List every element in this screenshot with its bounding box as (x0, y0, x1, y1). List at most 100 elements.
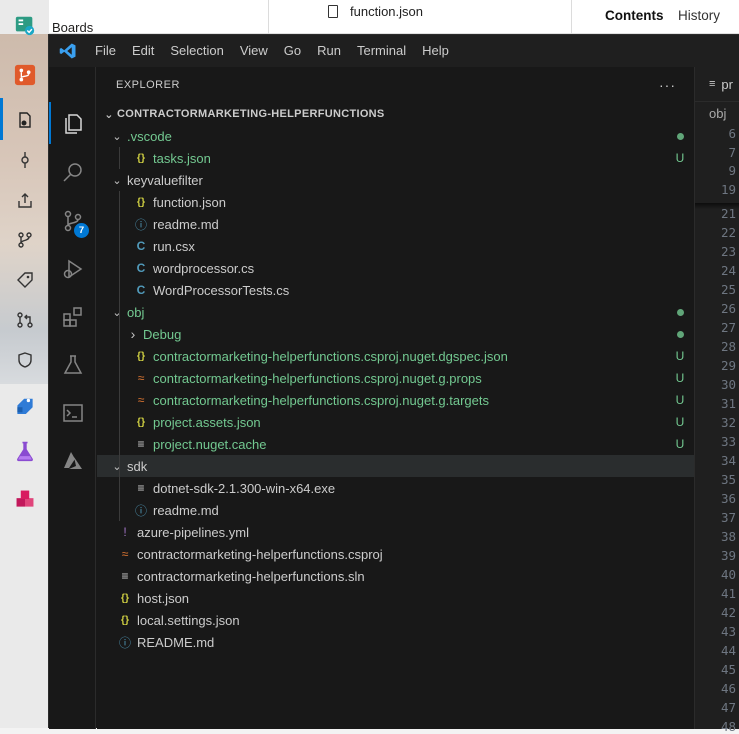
tree-item-label: host.json (137, 590, 190, 606)
line-number: 23 (720, 244, 736, 259)
pipelines-icon[interactable] (14, 392, 36, 414)
terminal-view-button[interactable] (49, 391, 96, 435)
file-row[interactable]: {} tasks.json U (97, 147, 694, 169)
file-row[interactable]: ⓘ README.md (97, 631, 694, 653)
menu-view[interactable]: View (232, 35, 276, 67)
line-number: 36 (720, 491, 736, 506)
testing-view-button[interactable] (49, 343, 96, 387)
chevron-down-icon: ⌄ (112, 130, 122, 143)
editor-tab[interactable]: ≡ pr (695, 67, 739, 102)
modified-dot-icon (676, 133, 684, 140)
menu-edit[interactable]: Edit (124, 35, 162, 67)
extensions-icon (62, 307, 82, 327)
file-row[interactable]: Crun.csx (97, 235, 694, 257)
indent-guide (119, 477, 120, 521)
file-row[interactable]: ≈ contractormarketing-helperfunctions.csp… (97, 389, 694, 411)
test-plans-icon[interactable] (14, 440, 36, 462)
file-row[interactable]: ≈ contractormarketing-helperfunctions.csp… (97, 367, 694, 389)
file-row[interactable]: C WordProcessorTests.cs (97, 279, 694, 301)
menu-run[interactable]: Run (309, 35, 349, 67)
flask-icon (63, 355, 82, 374)
menu-go[interactable]: Go (276, 35, 309, 67)
file-row[interactable]: ≡ project.nuget.cache U (97, 433, 694, 455)
artifacts-icon[interactable] (14, 488, 36, 510)
boards-label[interactable]: Boards (52, 20, 93, 35)
file-tab-label: function.json (350, 4, 423, 19)
commits-icon[interactable] (14, 149, 36, 171)
run-debug-view-button[interactable] (49, 247, 96, 291)
file-row[interactable]: Cwordprocessor.cs (97, 257, 694, 279)
file-row[interactable]: {} contractormarketing-helperfunctions.cs… (97, 345, 694, 367)
menu-terminal[interactable]: Terminal (349, 35, 414, 67)
contents-tab[interactable]: Contents (605, 8, 664, 23)
source-control-view-button[interactable]: 7 (49, 199, 96, 243)
extensions-view-button[interactable] (49, 295, 96, 339)
repos-icon[interactable] (14, 64, 36, 86)
line-number: 27 (720, 320, 736, 335)
file-row[interactable]: {} function.json (97, 191, 694, 213)
line-number: 48 (720, 719, 736, 734)
pull-requests-icon[interactable] (14, 309, 36, 331)
title-bar: File Edit Selection View Go Run Terminal… (49, 35, 739, 67)
line-number: 33 (720, 434, 736, 449)
menu-bar: File Edit Selection View Go Run Terminal… (87, 35, 457, 67)
file-row[interactable]: ≡ dotnet-sdk-2.1.300-win-x64.exe (97, 477, 694, 499)
lines-icon: ≡ (121, 569, 129, 583)
tree-item-label: contractormarketing-helperfunctions.cspr… (153, 370, 482, 386)
boards-icon[interactable] (14, 14, 36, 36)
breadcrumb-item: obj (709, 105, 727, 121)
workspace-root[interactable]: ⌄ CONTRACTORMARKETING-HELPERFUNCTIONS (97, 103, 694, 125)
search-view-button[interactable] (49, 151, 96, 195)
menu-help[interactable]: Help (414, 35, 457, 67)
tree-item-label: contractormarketing-helperfunctions.cspr… (153, 348, 508, 364)
branches-icon[interactable] (14, 229, 36, 251)
tree-item-label: readme.md (153, 502, 219, 518)
file-row[interactable]: ≡ contractormarketing-helperfunctions.sln (97, 565, 694, 587)
editor-area: ≡ pr obj 6 7 9 19 21 22 23 24 25 26 27 28 29 30 31 32 33… (694, 67, 739, 734)
pushes-icon[interactable] (14, 189, 36, 211)
tree-item-label: azure-pipelines.yml (137, 524, 249, 540)
menu-selection[interactable]: Selection (162, 35, 231, 67)
breadcrumb[interactable]: obj (695, 102, 739, 124)
git-status-indicator (666, 327, 694, 341)
file-tab[interactable]: function.json (328, 4, 423, 19)
file-row[interactable]: ⓘ readme.md (97, 499, 694, 521)
tags-icon[interactable] (14, 269, 36, 291)
tree-item-label: contractormarketing-helperfunctions.cspr… (137, 546, 383, 562)
explorer-panel: EXPLORER ··· ⌄ CONTRACTORMARKETING-HELPE… (97, 67, 694, 729)
line-number: 40 (720, 567, 736, 582)
folder-row[interactable]: › Debug (97, 323, 694, 345)
menu-file[interactable]: File (87, 35, 124, 67)
line-number: 42 (720, 605, 736, 620)
file-row[interactable]: {} host.json (97, 587, 694, 609)
vscode-window: File Edit Selection View Go Run Terminal… (48, 34, 739, 734)
security-icon[interactable] (14, 349, 36, 371)
file-row[interactable]: ⓘ readme.md (97, 213, 694, 235)
devops-rail (0, 0, 49, 728)
tab-divider (571, 0, 572, 34)
folder-row[interactable]: ⌄ obj (97, 301, 694, 323)
explorer-view-button[interactable] (49, 102, 96, 146)
folder-row[interactable]: ⌄ keyvaluefilter (97, 169, 694, 191)
lines-icon: ≡ (137, 481, 145, 495)
history-tab[interactable]: History (678, 8, 720, 23)
more-actions-icon[interactable]: ··· (659, 77, 676, 93)
vscode-logo-icon (49, 35, 87, 67)
folder-row[interactable]: ⌄ .vscode (97, 125, 694, 147)
lines-icon: ≡ (709, 78, 716, 90)
files-icon[interactable] (14, 109, 36, 131)
file-row[interactable]: {} local.settings.json (97, 609, 694, 631)
chevron-down-icon: ⌄ (112, 174, 122, 187)
file-row[interactable]: ≈ contractormarketing-helperfunctions.csp… (97, 543, 694, 565)
file-row[interactable]: {} project.assets.json U (97, 411, 694, 433)
line-number: 28 (720, 339, 736, 354)
chevron-down-icon: ⌄ (112, 460, 122, 473)
info-icon: ⓘ (134, 217, 147, 232)
azure-view-button[interactable] (49, 439, 96, 483)
rss-icon: ≈ (137, 371, 145, 385)
git-status-indicator: U (675, 415, 685, 429)
json-icon: {} (136, 416, 146, 428)
file-row[interactable]: ! azure-pipelines.yml (97, 521, 694, 543)
browser-top-bar: Boards function.json Contents History (0, 0, 739, 35)
folder-row[interactable]: ⌄ sdk (97, 455, 694, 477)
